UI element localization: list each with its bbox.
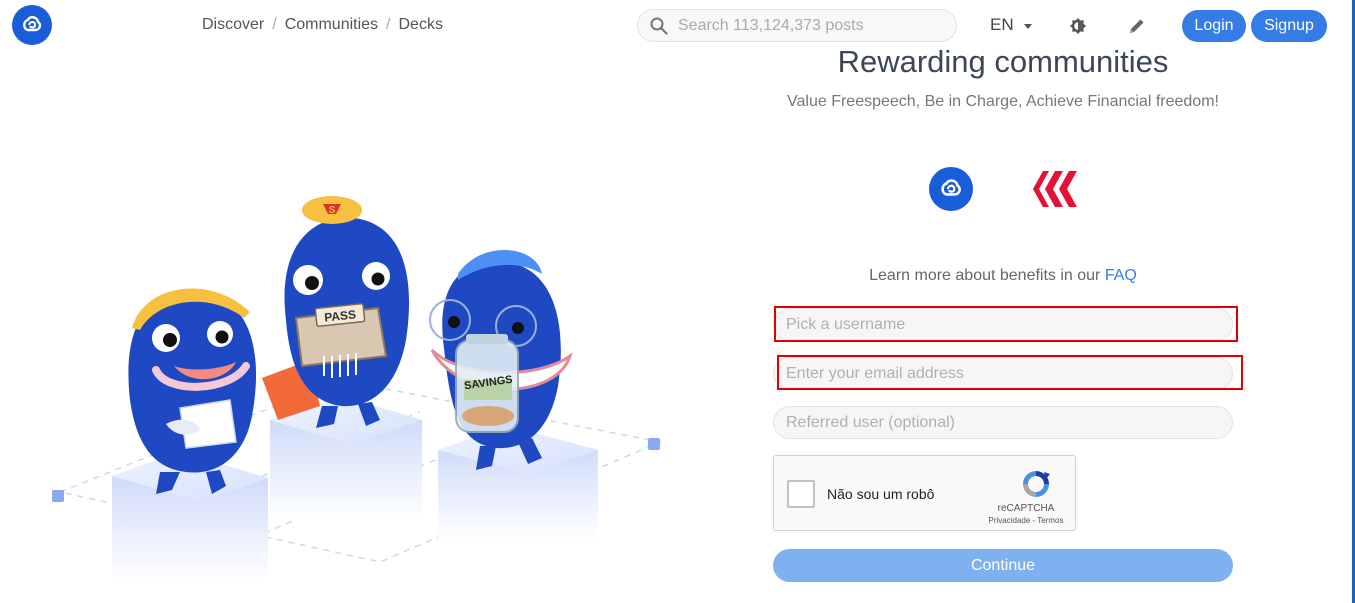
ecency-logo-icon: [929, 167, 973, 211]
recaptcha-checkbox[interactable]: [787, 480, 815, 508]
page-title: Rewarding communities: [837, 44, 1169, 79]
mascots-illustration: S PASS SAVINGS: [52, 196, 663, 580]
nav-discover[interactable]: Discover: [202, 16, 264, 34]
faq-prefix: Learn more about benefits in our: [869, 267, 1101, 284]
continue-button[interactable]: Continue: [773, 549, 1233, 582]
faq-link[interactable]: FAQ: [1105, 267, 1137, 284]
language-label: EN: [990, 15, 1014, 34]
cap-badge-text: S: [329, 205, 336, 216]
hive-logo-icon: [1031, 167, 1079, 211]
nav-decks[interactable]: Decks: [399, 16, 443, 34]
search-icon: [650, 17, 668, 35]
signup-button[interactable]: Signup: [1251, 10, 1327, 42]
theme-toggle-icon[interactable]: [1068, 16, 1088, 36]
mascot-middle: S PASS: [262, 196, 410, 428]
nav-separator: /: [272, 16, 277, 33]
nav-communities[interactable]: Communities: [285, 16, 378, 34]
recaptcha-brand: reCAPTCHA: [997, 503, 1055, 514]
ecency-logo-icon[interactable]: [12, 5, 52, 45]
chevron-down-icon: [1023, 23, 1032, 29]
username-field[interactable]: [773, 308, 1233, 341]
mascot-left: [128, 288, 257, 494]
email-field[interactable]: [773, 357, 1233, 390]
page-subtitle: Value Freespeech, Be in Charge, Achieve …: [787, 93, 1219, 110]
faq-hint: Learn more about benefits in our FAQ: [773, 267, 1233, 285]
recaptcha-widget: Não sou um robô reCAPTCHA Privacidade - …: [773, 455, 1076, 531]
search-input[interactable]: [678, 16, 938, 35]
main-nav: Discover / Communities / Decks: [202, 16, 443, 34]
nav-separator: /: [386, 16, 391, 33]
search-box[interactable]: [637, 9, 957, 42]
language-selector[interactable]: EN: [990, 15, 1032, 35]
referral-field[interactable]: [773, 406, 1233, 439]
pencil-icon[interactable]: [1127, 16, 1147, 36]
recaptcha-label: Não sou um robô: [827, 486, 935, 502]
recaptcha-icon: [1023, 471, 1050, 497]
recaptcha-links[interactable]: Privacidade - Termos: [982, 516, 1070, 525]
login-button[interactable]: Login: [1182, 10, 1246, 42]
